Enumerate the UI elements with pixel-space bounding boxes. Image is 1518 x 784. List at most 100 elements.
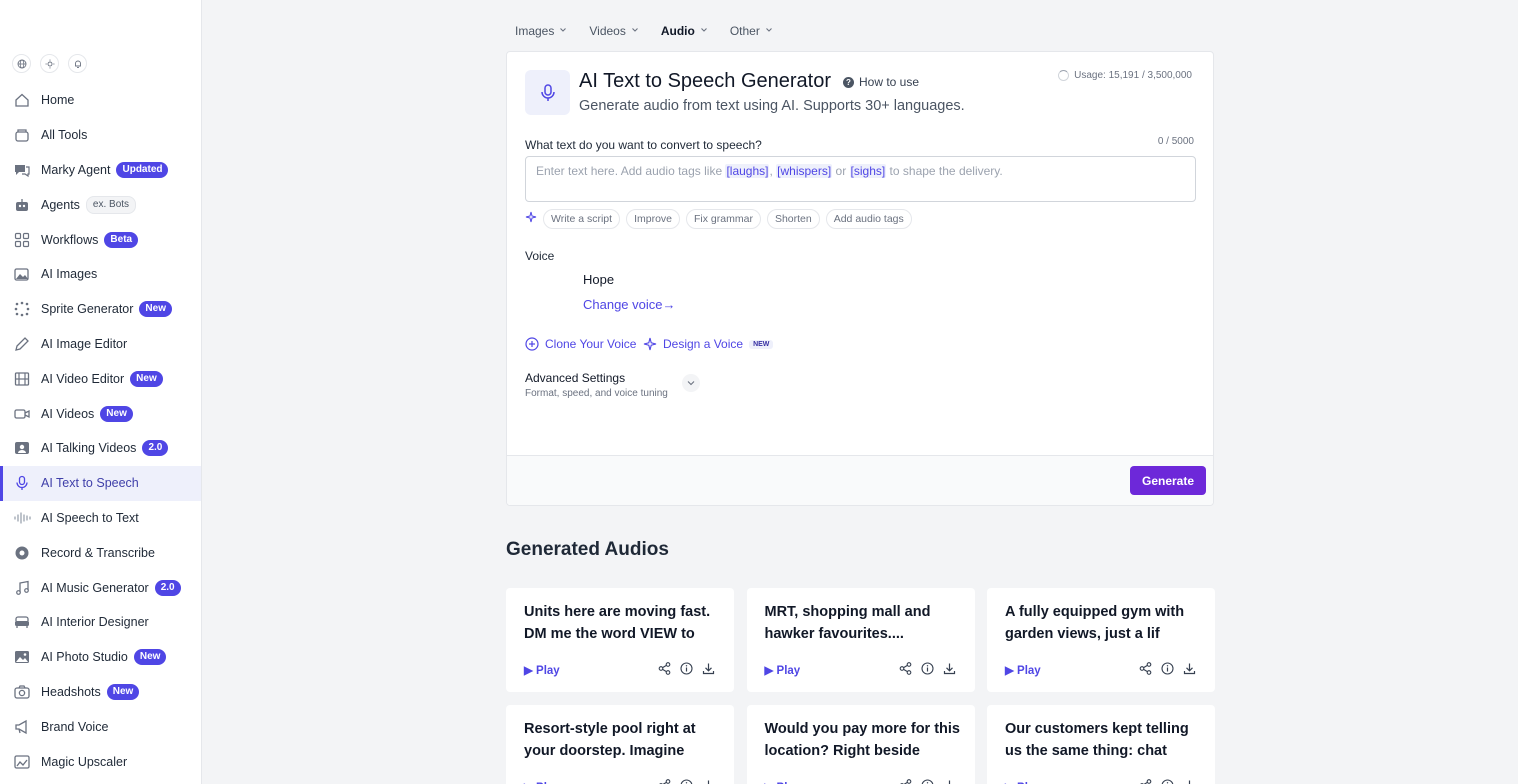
sidebar-item-ai-speech-to-text[interactable]: AI Speech to Text: [0, 501, 201, 536]
tts-card: AI Text to Speech Generator ? How to use…: [506, 51, 1214, 506]
design-voice-button[interactable]: Design a Voice NEW: [643, 337, 774, 351]
audio-card-text: A fully equipped gym with garden views, …: [1005, 604, 1185, 642]
status-badge: Updated: [116, 161, 169, 178]
tab-label: Other: [729, 24, 760, 38]
chevron-down-icon[interactable]: [682, 374, 700, 392]
download-icon[interactable]: [702, 662, 715, 675]
download-icon[interactable]: [1183, 662, 1196, 675]
sidebar-item-ai-interior-designer[interactable]: AI Interior Designer: [0, 605, 201, 640]
sidebar-item-ai-image-editor[interactable]: AI Image Editor: [0, 327, 201, 362]
share-icon[interactable]: [899, 662, 912, 675]
sidebar-item-agents[interactable]: Agents ex. Bots: [0, 187, 201, 222]
share-icon[interactable]: [899, 779, 912, 784]
sidebar-item-brand-voice[interactable]: Brand Voice: [0, 709, 201, 744]
sidebar-item-label: AI Speech to Text: [41, 510, 139, 525]
audio-tag-sighs: [sighs]: [849, 164, 887, 178]
play-button[interactable]: ▶ Play: [524, 663, 560, 677]
bell-icon[interactable]: [68, 54, 87, 73]
sidebar-item-headshots[interactable]: Headshots New: [0, 675, 201, 710]
sun-icon[interactable]: [40, 54, 59, 73]
info-icon[interactable]: [920, 662, 934, 675]
audio-card-text: Resort-style pool right at your doorstep…: [524, 721, 696, 759]
film-icon: [13, 370, 31, 388]
placeholder-text: Enter text here. Add audio tags like: [536, 164, 726, 178]
audio-card[interactable]: A fully equipped gym with garden views, …: [987, 588, 1215, 692]
chip-shorten[interactable]: Shorten: [766, 209, 820, 229]
sidebar-item-ai-video-editor[interactable]: AI Video Editor New: [0, 361, 201, 396]
info-icon[interactable]: [1161, 779, 1174, 784]
download-icon[interactable]: [943, 662, 956, 675]
audio-card[interactable]: MRT, shopping mall and hawker favourites…: [746, 588, 975, 692]
how-to-use-label: How to use: [859, 75, 920, 89]
status-badge: 2.0: [142, 440, 169, 457]
chip-improve[interactable]: Improve: [626, 209, 681, 229]
play-button[interactable]: ▶ Play: [1005, 663, 1041, 677]
sidebar-item-label: AI Talking Videos: [41, 441, 137, 456]
share-icon[interactable]: [658, 779, 671, 784]
status-badge: New: [133, 649, 167, 666]
change-voice-link[interactable]: Change voice→: [583, 297, 676, 312]
audio-card[interactable]: Would you pay more for this location? Ri…: [746, 705, 975, 784]
sidebar-item-record-transcribe[interactable]: Record & Transcribe: [0, 535, 201, 570]
sidebar-item-marky-agent[interactable]: Marky Agent Updated: [0, 153, 201, 188]
generate-button[interactable]: Generate: [1130, 466, 1206, 495]
info-icon[interactable]: [680, 779, 693, 784]
play-button[interactable]: ▶ Play: [524, 780, 560, 784]
sidebar-item-label: AI Image Editor: [41, 336, 128, 351]
download-icon[interactable]: [702, 779, 715, 784]
play-button[interactable]: ▶ Play: [1005, 780, 1041, 784]
info-icon[interactable]: [1161, 662, 1174, 675]
audio-tag-whispers: [whispers]: [776, 164, 833, 178]
sidebar-item-sprite-generator[interactable]: Sprite Generator New: [0, 292, 201, 327]
clone-voice-button[interactable]: Clone Your Voice: [525, 337, 636, 351]
audio-card[interactable]: Units here are moving fast. DM me the wo…: [506, 588, 734, 692]
sidebar-item-all-tools[interactable]: All Tools: [0, 118, 201, 153]
download-icon[interactable]: [1183, 779, 1196, 784]
sidebar-item-ai-text-to-speech[interactable]: AI Text to Speech: [0, 465, 201, 501]
usage-text: Usage: 15,191 / 3,500,000: [1074, 70, 1192, 81]
chevron-down-icon: [765, 26, 773, 36]
tab-videos[interactable]: Videos: [589, 24, 638, 38]
share-icon[interactable]: [658, 662, 671, 675]
sidebar-item-ai-photo-studio[interactable]: AI Photo Studio New: [0, 640, 201, 675]
sidebar-item-workflows[interactable]: Workflows Beta: [0, 222, 201, 257]
audio-card[interactable]: Resort-style pool right at your doorstep…: [506, 705, 734, 784]
category-tabs: Images Videos Audio Other: [515, 24, 773, 38]
share-icon[interactable]: [1139, 779, 1152, 784]
chip-add-audio-tags[interactable]: Add audio tags: [825, 209, 912, 229]
sidebar-item-ai-music-generator[interactable]: AI Music Generator 2.0: [0, 570, 201, 605]
info-icon[interactable]: [921, 779, 934, 784]
sidebar: Home All Tools Marky Agent Updated Agents ex.…: [0, 0, 202, 784]
audio-card-actions: [899, 662, 956, 675]
chip-fix-grammar[interactable]: Fix grammar: [686, 209, 761, 229]
share-icon[interactable]: [1139, 662, 1152, 675]
chip-write-a-script[interactable]: Write a script: [543, 209, 621, 229]
design-voice-label: Design a Voice: [663, 337, 744, 351]
play-button[interactable]: ▶ Play: [765, 663, 801, 677]
images-icon: [13, 265, 31, 283]
speech-text-input[interactable]: Enter text here. Add audio tags like [la…: [525, 156, 1196, 202]
clone-voice-label: Clone Your Voice: [545, 337, 637, 351]
tab-other[interactable]: Other: [730, 24, 773, 38]
sidebar-item-ai-videos[interactable]: AI Videos New: [0, 396, 201, 431]
status-badge: New: [106, 683, 140, 700]
play-button[interactable]: ▶ Play: [765, 780, 801, 784]
selected-voice-name: Hope: [583, 272, 615, 287]
sidebar-item-home[interactable]: Home: [0, 83, 201, 118]
audio-card-text: Units here are moving fast. DM me the wo…: [524, 604, 711, 642]
advanced-settings-title[interactable]: Advanced Settings: [525, 371, 625, 385]
sidebar-item-ai-talking-videos[interactable]: AI Talking Videos 2.0: [0, 431, 201, 466]
globe-icon[interactable]: [12, 54, 31, 73]
layers-icon: [13, 126, 31, 144]
audio-card[interactable]: Our customers kept telling us the same t…: [987, 705, 1215, 784]
tab-audio[interactable]: Audio: [661, 24, 708, 38]
sidebar-item-magic-upscaler[interactable]: Magic Upscaler: [0, 744, 201, 779]
sidebar-item-ai-images[interactable]: AI Images: [0, 257, 201, 292]
page-subtitle: Generate audio from text using AI. Suppo…: [579, 98, 965, 114]
sidebar-item-label: AI Music Generator: [41, 580, 149, 595]
usage-ring-icon: [1058, 70, 1070, 81]
how-to-use-link[interactable]: ? How to use: [843, 75, 919, 89]
info-icon[interactable]: [680, 662, 693, 675]
download-icon[interactable]: [943, 779, 956, 784]
tab-images[interactable]: Images: [515, 24, 567, 38]
